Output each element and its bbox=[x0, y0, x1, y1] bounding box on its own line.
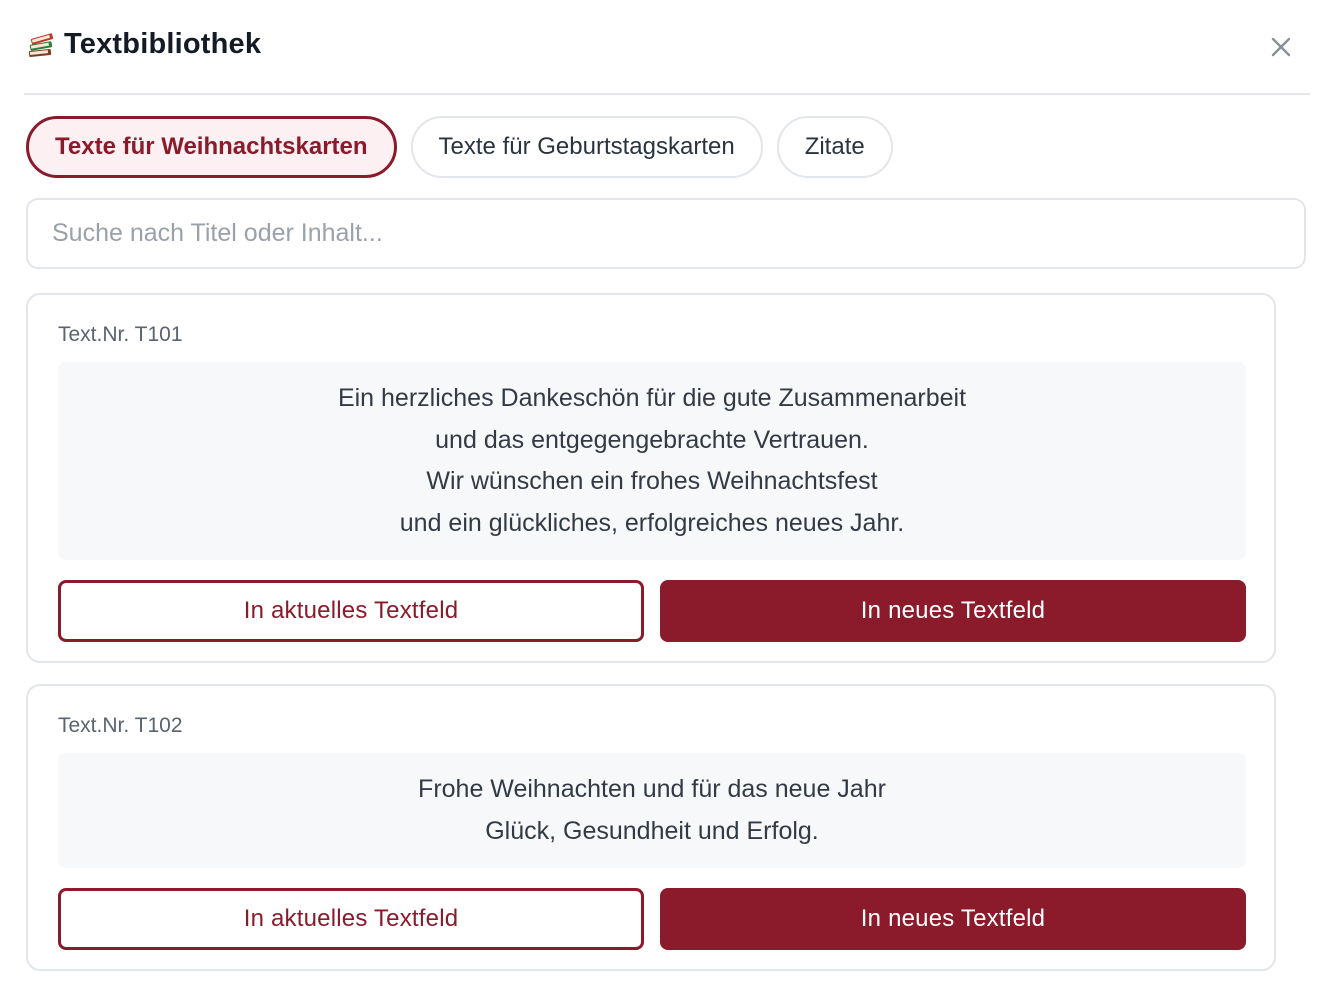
text-card-t102: Text.Nr. T102 Frohe Weihnachten und für … bbox=[26, 684, 1276, 971]
text-library-dialog: Textbibliothek Texte für Weihnachtskarte… bbox=[0, 0, 1326, 984]
insert-new-textfield-button[interactable]: In neues Textfeld bbox=[660, 580, 1246, 642]
category-tabs: Texte für Weihnachtskarten Texte für Geb… bbox=[26, 116, 893, 178]
text-number-label: Text.Nr. T101 bbox=[58, 323, 183, 346]
text-line: und ein glückliches, erfolgreiches neues… bbox=[399, 508, 905, 537]
text-line: und das entgegengebrachte Vertrauen. bbox=[435, 425, 869, 454]
tab-christmas-cards[interactable]: Texte für Weihnachtskarten bbox=[26, 116, 397, 178]
dialog-title: Textbibliothek bbox=[64, 28, 262, 60]
text-line: Frohe Weihnachten und für das neue Jahr bbox=[418, 775, 886, 803]
insert-new-textfield-button[interactable]: In neues Textfeld bbox=[660, 888, 1246, 950]
text-number-label: Text.Nr. T102 bbox=[58, 714, 183, 737]
text-line: Ein herzliches Dankeschön für die gute Z… bbox=[337, 384, 967, 412]
insert-current-textfield-button[interactable]: In aktuelles Textfeld bbox=[58, 888, 644, 950]
books-icon bbox=[26, 30, 56, 60]
close-icon bbox=[1270, 36, 1292, 63]
text-line: Wir wünschen ein frohes Weihnachtsfest bbox=[426, 467, 878, 495]
tab-quotes[interactable]: Zitate bbox=[776, 116, 893, 178]
text-card-t101: Text.Nr. T101 Ein herzliches Dankeschön … bbox=[26, 293, 1276, 663]
text-line: Glück, Gesundheit und Erfolg. bbox=[485, 816, 819, 845]
tab-birthday-cards[interactable]: Texte für Geburtstagskarten bbox=[410, 116, 763, 178]
search-input[interactable] bbox=[26, 198, 1306, 269]
insert-current-textfield-button[interactable]: In aktuelles Textfeld bbox=[58, 580, 644, 642]
close-button[interactable] bbox=[1266, 34, 1296, 64]
text-content: Ein herzliches Dankeschön für die gute Z… bbox=[58, 362, 1246, 560]
dialog-header: Textbibliothek bbox=[24, 0, 1310, 95]
text-content: Frohe Weihnachten und für das neue Jahr … bbox=[58, 753, 1246, 868]
title-wrap: Textbibliothek bbox=[26, 28, 261, 61]
